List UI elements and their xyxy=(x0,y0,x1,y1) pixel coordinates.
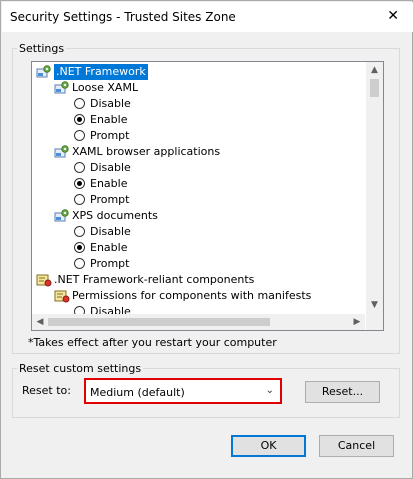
gear-icon xyxy=(54,144,70,160)
tree-item-label: Disable xyxy=(90,97,131,110)
tree-item-label: XPS documents xyxy=(72,209,158,222)
tree-category[interactable]: Loose XAML xyxy=(32,80,365,96)
radio-button[interactable] xyxy=(74,226,85,237)
tree-category[interactable]: XAML browser applications xyxy=(32,144,365,160)
scroll-right-arrow-icon[interactable]: ▶ xyxy=(349,314,365,330)
settings-legend: Settings xyxy=(19,42,65,55)
gear-icon xyxy=(54,208,70,224)
tree-option[interactable]: Enable xyxy=(32,176,365,192)
tree-option[interactable]: Prompt xyxy=(32,256,365,272)
reset-button[interactable]: Reset... xyxy=(305,381,380,403)
tree-item-label: Enable xyxy=(90,113,128,126)
tree-category[interactable]: .NET Framework xyxy=(32,64,365,80)
restart-note: *Takes effect after you restart your com… xyxy=(28,336,277,349)
tree-item-label: Enable xyxy=(90,241,128,254)
chevron-down-icon: ⌄ xyxy=(265,385,274,396)
tree-category[interactable]: XPS documents xyxy=(32,208,365,224)
reset-level-select[interactable]: Medium (default) ⌄ xyxy=(84,378,282,404)
tree-option[interactable]: Disable xyxy=(32,224,365,240)
tree-item-label: Enable xyxy=(90,177,128,190)
close-icon[interactable]: ✕ xyxy=(387,8,399,24)
tree-item-label: .NET Framework-reliant components xyxy=(54,273,255,286)
vertical-scroll-thumb[interactable] xyxy=(370,79,379,97)
tree-category[interactable]: .NET Framework-reliant components xyxy=(32,272,365,288)
radio-button[interactable] xyxy=(74,258,85,269)
tree-item-label: Disable xyxy=(90,305,131,314)
tree-item-label: Disable xyxy=(90,225,131,238)
settings-tree-content: .NET Framework Loose XAML Disable Enable Pro… xyxy=(32,62,365,314)
tree-item-label: Prompt xyxy=(90,257,130,270)
vertical-scrollbar[interactable]: ▲ ▼ xyxy=(366,62,383,314)
reset-to-label: Reset to: xyxy=(22,384,71,397)
radio-button[interactable] xyxy=(74,130,85,141)
scroll-left-arrow-icon[interactable]: ◀ xyxy=(32,314,48,330)
scroll-down-arrow-icon[interactable]: ▼ xyxy=(366,297,383,314)
radio-button[interactable] xyxy=(74,178,85,189)
horizontal-scroll-thumb[interactable] xyxy=(48,318,270,326)
gear-icon xyxy=(36,64,52,80)
certificate-icon xyxy=(54,288,70,304)
certificate-icon xyxy=(36,272,52,288)
tree-option[interactable]: Prompt xyxy=(32,128,365,144)
settings-tree[interactable]: .NET Framework Loose XAML Disable Enable Pro… xyxy=(31,61,384,331)
horizontal-scrollbar[interactable]: ◀ ▶ xyxy=(32,314,365,330)
reset-level-value: Medium (default) xyxy=(90,386,185,399)
tree-option[interactable]: Disable xyxy=(32,160,365,176)
tree-option[interactable]: Disable xyxy=(32,304,365,314)
tree-item-label: Disable xyxy=(90,161,131,174)
window-title: Security Settings - Trusted Sites Zone xyxy=(10,10,236,24)
radio-button[interactable] xyxy=(74,98,85,109)
tree-item-label: Prompt xyxy=(90,193,130,206)
radio-button[interactable] xyxy=(74,306,85,314)
tree-category[interactable]: Permissions for components with manifest… xyxy=(32,288,365,304)
cancel-button[interactable]: Cancel xyxy=(319,435,394,457)
tree-item-label: Permissions for components with manifest… xyxy=(72,289,312,302)
radio-button[interactable] xyxy=(74,162,85,173)
tree-item-label: Loose XAML xyxy=(72,81,139,94)
radio-button[interactable] xyxy=(74,194,85,205)
scroll-up-arrow-icon[interactable]: ▲ xyxy=(366,62,383,79)
tree-item-label: Prompt xyxy=(90,129,130,142)
tree-option[interactable]: Disable xyxy=(32,96,365,112)
tree-item-label: XAML browser applications xyxy=(72,145,221,158)
radio-button[interactable] xyxy=(74,114,85,125)
reset-legend: Reset custom settings xyxy=(19,362,142,375)
ok-button[interactable]: OK xyxy=(231,435,306,457)
radio-button[interactable] xyxy=(74,242,85,253)
gear-icon xyxy=(54,80,70,96)
tree-option[interactable]: Enable xyxy=(32,112,365,128)
scrollbar-corner xyxy=(366,314,383,330)
tree-item-label: .NET Framework xyxy=(54,64,148,80)
title-bar: Security Settings - Trusted Sites Zone ✕ xyxy=(2,2,413,32)
tree-option[interactable]: Enable xyxy=(32,240,365,256)
tree-option[interactable]: Prompt xyxy=(32,192,365,208)
